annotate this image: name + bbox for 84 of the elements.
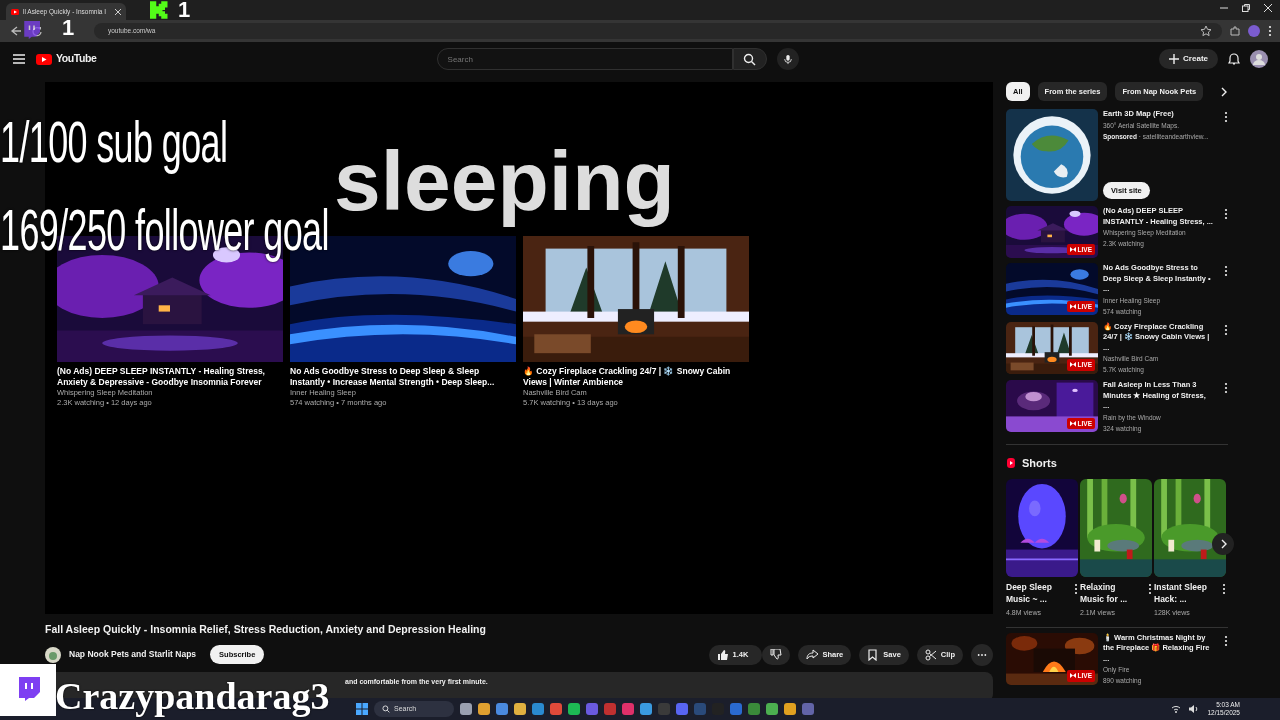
wifi-icon[interactable] <box>1171 705 1182 713</box>
counter-text: 1 <box>178 0 191 20</box>
dislike-button[interactable] <box>762 644 791 665</box>
next-icon <box>1219 539 1227 550</box>
goal-text: 169/250 follower goal <box>0 196 329 264</box>
search-button[interactable] <box>732 48 767 70</box>
live-icon <box>1069 362 1076 368</box>
app-icon[interactable] <box>748 703 760 715</box>
next-icon[interactable] <box>1219 86 1228 97</box>
plus-icon <box>1169 54 1180 64</box>
video-title[interactable]: 🔥 Cozy Fireplace Crackling 24/7 | ❄ Snowy Cabin Views | Winter Ambience <box>523 366 749 388</box>
app-icon[interactable] <box>766 703 778 715</box>
more-icon[interactable] <box>1222 583 1226 596</box>
chat-logo-icon <box>22 21 40 39</box>
windows-icon[interactable] <box>356 703 368 715</box>
app-icon[interactable] <box>676 703 688 715</box>
username-text: Crazypandarag3 <box>55 674 330 719</box>
star-icon[interactable] <box>1200 25 1212 37</box>
more-icon[interactable] <box>1224 208 1228 221</box>
app-icon[interactable] <box>622 703 634 715</box>
app-icon[interactable] <box>586 703 598 715</box>
search-icon <box>743 52 757 66</box>
mic-button[interactable] <box>776 48 799 70</box>
counter-text: 1 <box>62 18 75 38</box>
short-title[interactable]: Deep Sleep Music ~ ... <box>1006 581 1064 606</box>
logo-icon <box>150 1 170 19</box>
search-field[interactable]: Search <box>436 48 733 70</box>
profile-icon[interactable] <box>1248 25 1260 37</box>
minimize-icon[interactable] <box>1220 4 1228 12</box>
scissors-icon <box>924 648 937 661</box>
play-icon <box>36 53 52 65</box>
avatar-icon[interactable] <box>1250 50 1268 68</box>
mic-icon <box>782 52 793 66</box>
short-title[interactable]: Instant Sleep Hack: ... <box>1154 581 1212 606</box>
status-text: sleeping <box>334 133 675 230</box>
more-icon <box>977 652 987 657</box>
more-button[interactable] <box>971 643 993 666</box>
app-icon[interactable] <box>730 703 742 715</box>
more-icon[interactable] <box>1224 111 1228 124</box>
create-button[interactable]: Create <box>1159 49 1218 69</box>
bell-icon[interactable] <box>1228 53 1240 65</box>
channel-avatar-icon[interactable] <box>45 646 61 663</box>
more-icon[interactable] <box>1074 583 1078 596</box>
video-title: Fall Asleep Quickly - Insomnia Relief, Stress Reduction, Anxiety and Depression Healing <box>45 622 487 637</box>
goal-text: 1/100 sub goal <box>0 108 228 176</box>
app-icon[interactable] <box>496 703 508 715</box>
more-icon[interactable] <box>1224 265 1228 278</box>
more-icon[interactable] <box>1268 25 1272 37</box>
close-icon[interactable] <box>115 8 121 15</box>
close-icon[interactable] <box>1264 4 1272 12</box>
live-icon <box>1069 303 1076 309</box>
app-icon[interactable] <box>802 703 814 715</box>
thumbs-down-icon <box>770 649 783 661</box>
shorts-icon <box>1006 457 1016 469</box>
puzzle-icon[interactable] <box>1230 26 1240 36</box>
app-icon[interactable] <box>460 703 472 715</box>
logo-text[interactable]: YouTube <box>56 51 97 67</box>
app-icon[interactable] <box>784 703 796 715</box>
more-icon[interactable] <box>1224 382 1228 395</box>
app-icon[interactable] <box>514 703 526 715</box>
chat-logo-icon <box>16 677 40 703</box>
search-icon <box>382 705 390 713</box>
video-title[interactable]: No Ads Goodbye Stress to Deep Sleep & Sleep Instantly • Increase Mental Strength • Deep Sleep... <box>290 366 516 388</box>
play-icon <box>11 8 19 15</box>
live-icon <box>1069 246 1076 252</box>
more-icon[interactable] <box>1148 583 1152 596</box>
speaker-icon[interactable] <box>1189 705 1200 713</box>
more-icon[interactable] <box>1224 634 1228 647</box>
next-button[interactable] <box>1212 533 1234 556</box>
app-icon[interactable] <box>568 703 580 715</box>
app-icon[interactable] <box>640 703 652 715</box>
app-icon[interactable] <box>478 703 490 715</box>
section-heading: Shorts <box>1022 455 1057 471</box>
bookmark-icon <box>867 648 880 661</box>
channel-name[interactable]: Nap Nook Pets and Starlit Naps <box>69 648 197 662</box>
short-title[interactable]: Relaxing Music for ... <box>1080 581 1138 606</box>
app-icon[interactable] <box>532 703 544 715</box>
restore-icon[interactable] <box>1242 4 1250 12</box>
more-icon[interactable] <box>1224 323 1228 336</box>
share-icon <box>806 648 819 661</box>
video-title[interactable]: (No Ads) DEEP SLEEP INSTANTLY - Healing Stress, Anxiety & Depressive - Goodbye Insomnia Forever <box>57 366 283 388</box>
app-icon[interactable] <box>550 703 562 715</box>
menu-icon[interactable] <box>12 53 26 65</box>
thumbs-up-icon <box>716 648 729 661</box>
